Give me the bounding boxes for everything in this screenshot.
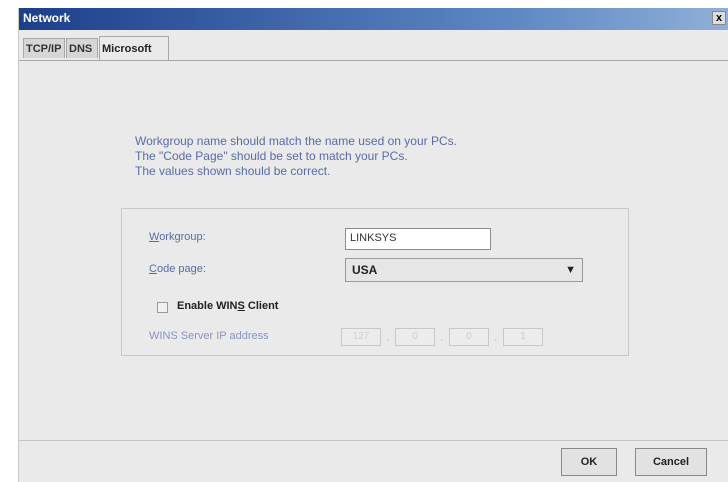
codepage-select[interactable]: USA ▼: [345, 258, 583, 282]
wins-ip-label: WINS Server IP address: [149, 330, 269, 342]
tab-tcpip[interactable]: TCP/IP: [23, 38, 65, 58]
close-button[interactable]: x: [712, 11, 726, 25]
wins-ip-octet-4[interactable]: 1: [503, 328, 543, 346]
info-line: The values shown should be correct.: [135, 164, 331, 178]
workgroup-input[interactable]: LINKSYS: [345, 228, 491, 250]
enable-wins-checkbox[interactable]: [157, 302, 168, 313]
codepage-value: USA: [352, 263, 378, 277]
ip-separator: .: [494, 330, 498, 344]
info-text: Workgroup name should match the name use…: [135, 134, 457, 179]
chevron-down-icon: ▼: [565, 264, 576, 276]
title-bar: Network x: [19, 8, 728, 30]
wins-ip-octet-2[interactable]: 0: [395, 328, 435, 346]
footer-divider: [19, 440, 728, 441]
tab-divider: [19, 60, 728, 61]
tab-dns[interactable]: DNS: [66, 38, 98, 58]
wins-ip-octet-1[interactable]: 127: [341, 328, 381, 346]
codepage-label: Code page:: [149, 263, 206, 275]
wins-ip-octet-3[interactable]: 0: [449, 328, 489, 346]
tab-microsoft[interactable]: Microsoft: [99, 36, 169, 60]
enable-wins-label: Enable WINS Client: [177, 300, 279, 312]
info-line: Workgroup name should match the name use…: [135, 134, 457, 148]
workgroup-label: Workgroup:: [149, 231, 206, 243]
ip-separator: .: [386, 330, 390, 344]
ok-button[interactable]: OK: [561, 448, 617, 476]
cancel-button[interactable]: Cancel: [635, 448, 707, 476]
ip-separator: .: [440, 330, 444, 344]
network-dialog: Network x TCP/IP DNS Microsoft Workgroup…: [18, 8, 728, 482]
window-title: Network: [23, 11, 71, 25]
info-line: The "Code Page" should be set to match y…: [135, 149, 408, 163]
